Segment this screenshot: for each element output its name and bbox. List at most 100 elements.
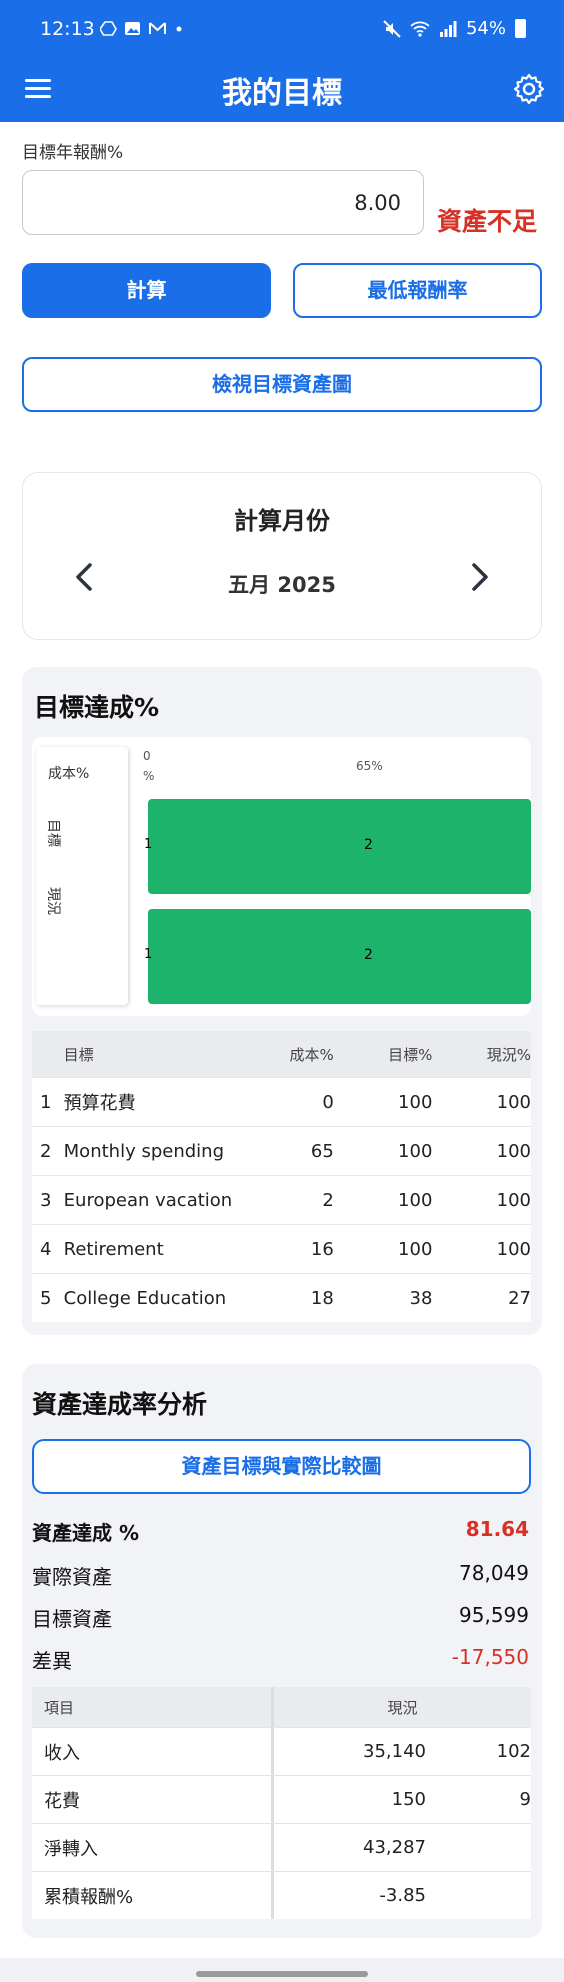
target-return-input[interactable]: 8.00 — [22, 170, 424, 235]
row-current: 100 — [496, 1238, 531, 1260]
target-bar-left-label: 1 — [144, 837, 153, 852]
row-cost: 2 — [322, 1189, 334, 1211]
actual-assets-row: 實際資產 78,049 — [32, 1561, 531, 1589]
header-cost: 成本% — [289, 1045, 334, 1064]
gear-icon[interactable] — [512, 72, 546, 106]
row-goal-name: College Education — [63, 1287, 227, 1309]
row-cost: 16 — [310, 1238, 334, 1260]
header-current: 現況% — [486, 1045, 531, 1064]
target-bar-center-label: 2 — [364, 837, 373, 853]
image-icon — [125, 22, 140, 35]
target-bar — [148, 799, 531, 894]
status-right-icons: 54% — [383, 18, 526, 39]
insufficient-assets-warning: 資產不足 — [437, 207, 538, 236]
row-current: 35,140 — [363, 1741, 426, 1762]
asset-analysis-title: 資產達成率分析 — [32, 1390, 208, 1419]
row-goal-name: 預算花費 — [63, 1093, 136, 1114]
chart-axis-percent: % — [143, 769, 155, 783]
month-card: 計算月份 五月 2025 — [22, 472, 542, 640]
table-row[interactable]: 花費 150 9 — [32, 1775, 531, 1823]
current-bar — [148, 909, 531, 1004]
goal-achievement-chart: 成本% 目標 現況 0 % 65% 1 2 1 2 — [32, 737, 531, 1016]
header-current: 現況 — [387, 1698, 418, 1717]
row-next: 9 — [519, 1789, 531, 1810]
asset-achievement-value: 81.64 — [465, 1517, 529, 1541]
row-item: 收入 — [32, 1728, 274, 1775]
month-card-title: 計算月份 — [234, 507, 330, 535]
header-target: 目標% — [388, 1045, 433, 1064]
status-left-icons — [100, 20, 184, 37]
calculate-button[interactable]: 計算 — [22, 263, 271, 318]
chart-axis-zero: 0 — [143, 749, 151, 763]
app-bar: 我的目標 — [0, 60, 564, 122]
row-item: 累積報酬% — [32, 1872, 274, 1919]
row-index: 5 — [40, 1287, 52, 1309]
table-row[interactable]: 5 College Education 18 38 27 — [32, 1273, 531, 1322]
table-row[interactable]: 淨轉入 43,287 — [32, 1823, 531, 1871]
table-row[interactable]: 收入 35,140 102 — [32, 1727, 531, 1775]
row-current: 100 — [496, 1140, 531, 1162]
row-goal-name: European vacation — [63, 1189, 233, 1211]
table-row[interactable]: 累積報酬% -3.85 — [32, 1871, 531, 1919]
row-goal-name: Retirement — [63, 1238, 164, 1260]
target-assets-label: 目標資產 — [32, 1607, 112, 1631]
drive-icon — [100, 21, 117, 36]
min-return-button[interactable]: 最低報酬率 — [293, 263, 542, 318]
home-indicator[interactable] — [196, 1971, 368, 1977]
table-row[interactable]: 3 European vacation 2 100 100 — [32, 1175, 531, 1224]
target-assets-row: 目標資產 95,599 — [32, 1603, 531, 1631]
status-bar: 12:13 54% — [0, 0, 564, 60]
row-index: 2 — [40, 1140, 52, 1162]
goal-achievement-title: 目標達成% — [34, 693, 160, 722]
battery-icon — [515, 19, 526, 38]
row-cost: 18 — [310, 1287, 334, 1309]
target-return-label: 目標年報酬% — [22, 143, 124, 163]
bottom-strip — [0, 1958, 564, 1982]
table-row[interactable]: 4 Retirement 16 100 100 — [32, 1224, 531, 1273]
row-goal-name: Monthly spending — [63, 1140, 224, 1162]
chart-legend: 成本% 目標 現況 — [36, 747, 128, 1005]
goals-table-header: 目標 成本% 目標% 現況% — [32, 1031, 531, 1077]
table-row[interactable]: 2 Monthly spending 65 100 100 — [32, 1126, 531, 1175]
header-goal: 目標 — [63, 1045, 94, 1064]
asset-compare-chart-button[interactable]: 資產目標與實際比較圖 — [32, 1439, 531, 1494]
legend-target: 目標 — [45, 819, 61, 847]
row-target: 100 — [398, 1238, 433, 1260]
status-time: 12:13 — [40, 18, 95, 40]
table-row[interactable]: 1 預算花費 0 100 100 — [32, 1077, 531, 1126]
asset-achievement-row: 資產達成 % 81.64 — [32, 1517, 531, 1545]
battery-percent: 54% — [465, 18, 506, 39]
mute-icon — [383, 19, 401, 38]
legend-cost: 成本% — [48, 766, 90, 782]
row-index: 1 — [40, 1091, 52, 1113]
row-cost: 65 — [310, 1140, 334, 1162]
row-target: 100 — [398, 1091, 433, 1113]
asset-table: 項目 現況 收入 35,140 102 花費 150 9 淨轉入 43,287 … — [32, 1687, 531, 1919]
wifi-icon — [410, 21, 430, 37]
current-bar-center-label: 2 — [364, 947, 373, 963]
goals-table: 目標 成本% 目標% 現況% 1 預算花費 0 100 100 2 Monthl… — [32, 1031, 531, 1322]
row-current: 27 — [508, 1287, 531, 1309]
asset-achievement-label: 資產達成 % — [32, 1521, 140, 1545]
difference-value: -17,550 — [451, 1645, 529, 1669]
difference-row: 差異 -17,550 — [32, 1645, 531, 1673]
header-item: 項目 — [32, 1687, 274, 1727]
row-index: 3 — [40, 1189, 52, 1211]
row-current: 100 — [496, 1091, 531, 1113]
chart-axis-65: 65% — [356, 759, 383, 773]
chevron-right-icon[interactable] — [459, 557, 499, 597]
row-target: 100 — [398, 1140, 433, 1162]
row-current: 43,287 — [363, 1837, 426, 1858]
row-item: 花費 — [32, 1776, 274, 1823]
dot-icon — [176, 26, 182, 32]
signal-icon — [439, 20, 457, 37]
legend-current: 現況 — [45, 887, 61, 915]
app-title: 我的目標 — [222, 76, 342, 111]
target-assets-value: 95,599 — [459, 1603, 529, 1627]
actual-assets-label: 實際資產 — [32, 1565, 112, 1589]
asset-table-header: 項目 現況 — [32, 1687, 531, 1727]
view-goal-asset-chart-button[interactable]: 檢視目標資產圖 — [22, 357, 542, 412]
actual-assets-value: 78,049 — [459, 1561, 529, 1585]
row-cost: 0 — [322, 1091, 334, 1113]
row-current: 150 — [391, 1789, 426, 1810]
